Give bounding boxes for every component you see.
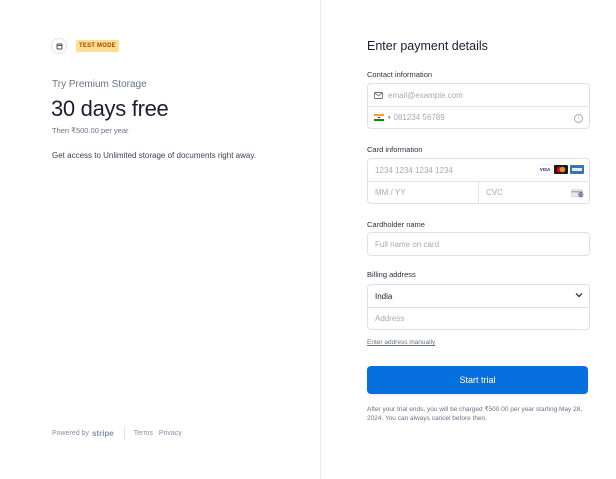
contact-fields: email@example.com ▾ 081234 56789 i (367, 83, 590, 129)
address-placeholder: Address (375, 314, 405, 323)
country-value: India (375, 291, 393, 301)
test-mode-badge: TEST MODE (76, 40, 119, 52)
email-field[interactable]: email@example.com (368, 84, 589, 106)
start-trial-button[interactable]: Start trial (367, 366, 588, 394)
contact-label: Contact information (367, 70, 433, 79)
cardholder-placeholder: Full name on card (375, 239, 440, 249)
footer: Powered by stripe Terms Privacy (52, 426, 188, 440)
stripe-logo[interactable]: stripe (92, 429, 114, 438)
card-fields: 1234 1234 1234 1234 VISA MM / YY CVC 123 (367, 158, 590, 204)
payment-form-panel: Enter payment details Contact informatio… (321, 0, 616, 479)
card-expiry-cvc-row: MM / YY CVC 123 (368, 181, 589, 204)
card-label: Card information (367, 145, 423, 154)
country-select[interactable]: India (368, 285, 589, 307)
phone-placeholder: 081234 56789 (393, 113, 445, 122)
price-headline: 30 days free (51, 96, 169, 121)
terms-link[interactable]: Terms (134, 430, 153, 437)
footer-divider (123, 426, 125, 440)
billing-fields: India Address (367, 284, 590, 330)
cardholder-field-group: Full name on card (367, 232, 590, 256)
info-icon[interactable]: i (574, 114, 583, 123)
order-summary-panel: TEST MODE Try Premium Storage 30 days fr… (0, 0, 320, 479)
expiry-placeholder: MM / YY (375, 188, 406, 197)
powered-by-text: Powered by (52, 429, 89, 437)
email-placeholder: email@example.com (388, 90, 463, 100)
cvc-field[interactable]: CVC 123 (478, 181, 589, 204)
merchant-logo-icon (52, 39, 66, 53)
product-name: Try Premium Storage (52, 79, 147, 90)
product-description: Get access to Unlimited storage of docum… (52, 151, 256, 160)
cvc-placeholder: CVC (486, 188, 503, 197)
chevron-down-icon: ▾ (388, 114, 391, 121)
amex-icon (570, 165, 584, 174)
visa-icon: VISA (538, 165, 552, 174)
expiry-field[interactable]: MM / YY (368, 182, 478, 204)
card-brands: VISA (538, 165, 584, 174)
svg-text:123: 123 (578, 192, 583, 196)
phone-field[interactable]: ▾ 081234 56789 i (368, 106, 589, 128)
enter-address-manually-link[interactable]: Enter address manually (367, 339, 435, 346)
billing-label: Billing address (367, 270, 416, 279)
india-flag-icon (374, 114, 384, 121)
cvc-card-icon: 123 (571, 188, 584, 198)
envelope-icon (374, 91, 383, 99)
card-number-field[interactable]: 1234 1234 1234 1234 VISA (368, 159, 589, 181)
price-then: Then ₹500.00 per year (52, 126, 129, 135)
chevron-down-icon (575, 292, 583, 298)
cardholder-name-field[interactable]: Full name on card (368, 233, 589, 255)
mastercard-icon (554, 165, 568, 174)
privacy-link[interactable]: Privacy (159, 430, 182, 437)
cardholder-label: Cardholder name (367, 220, 425, 229)
address-field[interactable]: Address (368, 307, 589, 329)
form-heading: Enter payment details (367, 39, 488, 53)
card-number-placeholder: 1234 1234 1234 1234 (375, 165, 453, 175)
trial-terms-text: After your trial ends, you will be charg… (367, 406, 583, 422)
